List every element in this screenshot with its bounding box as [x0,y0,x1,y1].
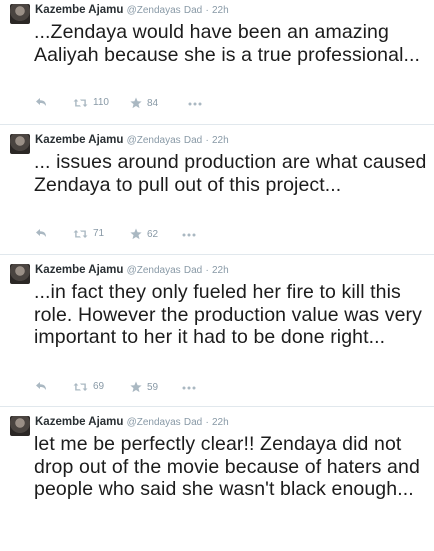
author-handle[interactable]: @Zendayas [127,417,181,428]
favorite-count: 62 [147,228,159,240]
favorite-button[interactable]: 59 [130,381,158,393]
tweet-text: ... issues around production are what ca… [34,151,427,196]
divider [0,124,434,125]
separator: · [205,265,209,276]
more-button[interactable] [182,233,196,237]
retweet-icon [73,98,88,107]
timestamp[interactable]: 22h [212,5,229,16]
divider [0,254,434,255]
star-icon [130,381,142,393]
author-tag: Dad [183,265,203,276]
more-icon [188,102,202,106]
retweet-count: 71 [93,228,105,239]
reply-icon [36,229,46,237]
star-icon [130,228,142,240]
favorite-count: 84 [147,97,159,109]
star-icon [130,97,142,109]
retweet-icon [73,382,88,391]
retweet-count: 110 [93,97,109,108]
tweet-text: ...in fact they only fueled her fire to … [34,281,422,348]
tweet-text: let me be perfectly clear!! Zendaya did … [34,433,420,500]
more-button[interactable] [188,102,202,106]
timestamp[interactable]: 22h [212,265,229,276]
author-tag: Dad [183,5,203,16]
reply-icon [36,98,46,106]
more-icon [182,386,196,390]
retweet-count: 69 [93,381,105,392]
timestamp[interactable]: 22h [212,417,229,428]
author-name[interactable]: Kazembe Ajamu [35,264,123,276]
author-name[interactable]: Kazembe Ajamu [35,134,123,146]
author-handle[interactable]: @Zendayas [127,265,181,276]
separator: · [205,5,209,16]
separator: · [205,135,209,146]
favorite-button[interactable]: 84 [130,97,158,109]
tweet-text: ...Zendaya would have been an amazing Aa… [34,21,421,66]
more-button[interactable] [182,386,196,390]
retweet-button[interactable]: 110 [73,97,109,108]
avatar[interactable] [10,264,30,284]
reply-icon [36,382,46,390]
avatar[interactable] [10,4,30,24]
reply-button[interactable] [35,228,47,238]
retweet-icon [73,229,88,238]
author-name[interactable]: Kazembe Ajamu [35,4,123,16]
reply-button[interactable] [35,381,47,391]
avatar[interactable] [10,134,30,154]
more-icon [182,233,196,237]
divider [0,406,434,407]
reply-button[interactable] [35,97,47,107]
avatar[interactable] [10,416,30,436]
author-handle[interactable]: @Zendayas [127,135,181,146]
retweet-button[interactable]: 69 [73,381,104,392]
favorite-count: 59 [147,381,159,393]
retweet-button[interactable]: 71 [73,228,104,239]
author-handle[interactable]: @Zendayas [127,5,181,16]
separator: · [205,417,209,428]
author-tag: Dad [183,135,203,146]
favorite-button[interactable]: 62 [130,228,158,240]
author-tag: Dad [183,417,203,428]
author-name[interactable]: Kazembe Ajamu [35,416,123,428]
timestamp[interactable]: 22h [212,135,229,146]
